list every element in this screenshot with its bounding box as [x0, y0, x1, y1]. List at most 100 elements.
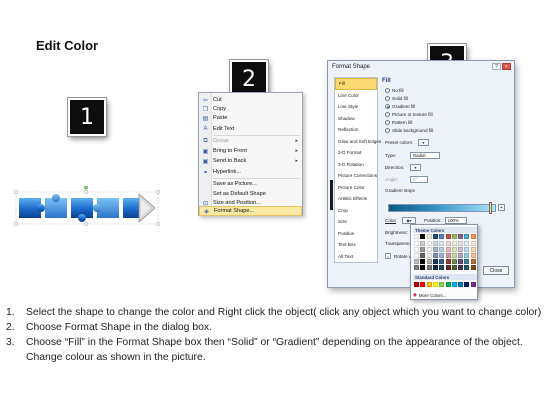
preset-colors-picker[interactable]: ▾	[418, 139, 429, 146]
theme-color-shade-swatch[interactable]	[470, 247, 476, 252]
nav-item-artistic-effects[interactable]: Artistic Effects	[335, 193, 377, 205]
theme-color-shade-swatch[interactable]	[426, 265, 432, 270]
theme-color-swatch[interactable]	[432, 234, 438, 239]
standard-color-swatch[interactable]	[432, 282, 438, 287]
theme-color-shade-swatch[interactable]	[420, 241, 426, 246]
theme-color-shade-swatch[interactable]	[445, 253, 451, 258]
nav-item-position[interactable]: Position	[335, 228, 377, 240]
nav-item-text-box[interactable]: Text Box	[335, 239, 377, 251]
theme-color-shade-swatch[interactable]	[414, 259, 419, 264]
menu-item-paste[interactable]: ▤ Paste	[199, 113, 302, 123]
theme-color-shade-swatch[interactable]	[470, 265, 476, 270]
theme-color-swatch[interactable]	[439, 234, 445, 239]
radio-button-selected[interactable]	[385, 104, 390, 109]
theme-color-shade-swatch[interactable]	[445, 265, 451, 270]
menu-item-send-to-back[interactable]: ▣ Send to Back ▸	[199, 156, 302, 166]
menu-item-bring-to-front[interactable]: ▣ Bring to Front ▸	[199, 146, 302, 156]
nav-item-3d-format[interactable]: 3-D Format	[335, 147, 377, 159]
theme-color-shade-swatch[interactable]	[420, 265, 426, 270]
more-colors-link[interactable]: ◉ More Colors...	[413, 292, 446, 298]
nav-item-glow[interactable]: Glow and Soft Edges	[335, 136, 381, 148]
theme-color-shade-swatch[interactable]	[414, 247, 419, 252]
radio-gradient-fill[interactable]: Gradient fill	[385, 104, 415, 109]
position-input[interactable]: 100%	[444, 217, 467, 224]
radio-button[interactable]	[385, 88, 390, 93]
nav-item-size[interactable]: Size	[335, 216, 377, 228]
theme-color-shade-swatch[interactable]	[426, 247, 432, 252]
nav-item-picture-corrections[interactable]: Picture Corrections	[335, 170, 377, 182]
nav-item-fill[interactable]: Fill	[335, 78, 377, 90]
theme-color-shade-swatch[interactable]	[414, 265, 419, 270]
theme-color-shade-swatch[interactable]	[432, 265, 438, 270]
standard-color-swatch[interactable]	[420, 282, 426, 287]
nav-item-reflection[interactable]: Reflection	[335, 124, 377, 136]
nav-item-shadow[interactable]: Shadow	[335, 113, 377, 125]
rotate-checkbox[interactable]: ✓	[385, 253, 391, 259]
type-select[interactable]: Radial	[410, 152, 440, 159]
standard-color-swatch[interactable]	[451, 282, 457, 287]
radio-button[interactable]	[385, 112, 390, 117]
theme-color-shade-swatch[interactable]	[445, 247, 451, 252]
standard-color-swatch[interactable]	[414, 282, 419, 287]
nav-item-picture-color[interactable]: Picture Color	[335, 182, 377, 194]
puzzle-arrow-shape[interactable]	[14, 186, 160, 230]
menu-item-group[interactable]: ⧉ Group ▸	[199, 136, 302, 146]
theme-color-shade-swatch[interactable]	[439, 253, 445, 258]
theme-color-shade-swatch[interactable]	[464, 265, 470, 270]
nav-item-crop[interactable]: Crop	[335, 205, 377, 217]
theme-color-shade-swatch[interactable]	[451, 265, 457, 270]
gradient-stop-handle[interactable]	[489, 202, 492, 214]
theme-color-shade-swatch[interactable]	[458, 265, 464, 270]
theme-color-shade-swatch[interactable]	[464, 253, 470, 258]
theme-color-shade-swatch[interactable]	[426, 259, 432, 264]
theme-color-shade-swatch[interactable]	[439, 241, 445, 246]
angle-input[interactable]: 0°	[410, 176, 428, 183]
close-window-button[interactable]: ×	[502, 63, 511, 70]
theme-color-shade-swatch[interactable]	[458, 247, 464, 252]
theme-color-swatch[interactable]	[420, 234, 426, 239]
theme-color-shade-swatch[interactable]	[420, 253, 426, 258]
standard-color-swatch[interactable]	[426, 282, 432, 287]
theme-color-shade-swatch[interactable]	[432, 253, 438, 258]
theme-color-shade-swatch[interactable]	[432, 241, 438, 246]
theme-color-shade-swatch[interactable]	[439, 265, 445, 270]
menu-item-save-as-picture[interactable]: Save as Picture...	[199, 179, 302, 189]
gradient-stops-bar[interactable]	[388, 204, 496, 212]
menu-item-edit-text[interactable]: A Edit Text	[199, 124, 302, 134]
theme-color-shade-swatch[interactable]	[432, 259, 438, 264]
theme-color-shade-swatch[interactable]	[426, 241, 432, 246]
theme-color-swatch[interactable]	[464, 234, 470, 239]
theme-color-shade-swatch[interactable]	[445, 241, 451, 246]
theme-color-shade-swatch[interactable]	[439, 259, 445, 264]
standard-color-swatch[interactable]	[445, 282, 451, 287]
theme-color-shade-swatch[interactable]	[451, 247, 457, 252]
theme-color-shade-swatch[interactable]	[458, 253, 464, 258]
help-button[interactable]: ?	[492, 63, 501, 70]
standard-color-swatch[interactable]	[458, 282, 464, 287]
direction-picker[interactable]: ▾	[410, 164, 421, 171]
menu-item-hyperlink[interactable]: ⚭ Hyperlink...	[199, 167, 302, 177]
theme-color-shade-swatch[interactable]	[445, 259, 451, 264]
theme-color-swatch[interactable]	[426, 234, 432, 239]
theme-color-shade-swatch[interactable]	[470, 241, 476, 246]
theme-color-shade-swatch[interactable]	[464, 241, 470, 246]
theme-color-swatch[interactable]	[458, 234, 464, 239]
standard-color-swatch[interactable]	[470, 282, 476, 287]
theme-color-swatch[interactable]	[445, 234, 451, 239]
theme-color-shade-swatch[interactable]	[414, 253, 419, 258]
standard-color-swatch[interactable]	[464, 282, 470, 287]
theme-color-shade-swatch[interactable]	[420, 259, 426, 264]
menu-item-format-shape[interactable]: ◈ Format Shape...	[199, 206, 302, 216]
theme-color-shade-swatch[interactable]	[420, 247, 426, 252]
theme-color-shade-swatch[interactable]	[464, 259, 470, 264]
close-button[interactable]: Close	[483, 266, 509, 275]
theme-color-shade-swatch[interactable]	[464, 247, 470, 252]
theme-color-swatch[interactable]	[414, 234, 419, 239]
radio-picture-fill[interactable]: Picture or texture fill	[385, 112, 433, 117]
theme-color-shade-swatch[interactable]	[470, 259, 476, 264]
theme-color-shade-swatch[interactable]	[414, 241, 419, 246]
nav-item-3d-rotation[interactable]: 3-D Rotation	[335, 159, 377, 171]
theme-color-shade-swatch[interactable]	[451, 253, 457, 258]
nav-item-line-color[interactable]: Line Color	[335, 90, 377, 102]
standard-color-swatch[interactable]	[439, 282, 445, 287]
